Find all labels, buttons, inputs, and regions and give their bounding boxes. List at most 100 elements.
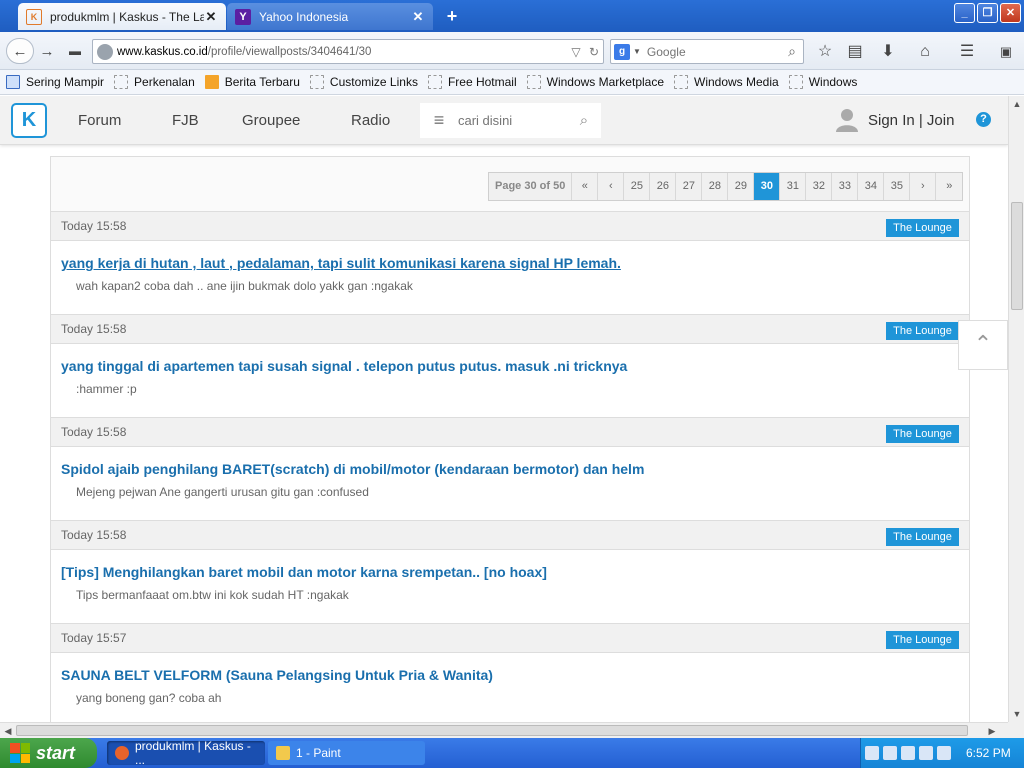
scroll-left-icon[interactable]: ◀ xyxy=(0,723,16,739)
url-text[interactable]: www.kaskus.co.id/profile/viewallposts/34… xyxy=(117,46,567,58)
forward-button[interactable]: → xyxy=(36,38,58,64)
forum-badge[interactable]: The Lounge xyxy=(886,631,959,649)
page-link[interactable]: 28 xyxy=(702,173,729,200)
forum-badge[interactable]: The Lounge xyxy=(886,425,959,443)
tray-network-icon[interactable] xyxy=(865,746,879,760)
site-search-input[interactable] xyxy=(458,113,567,128)
star-bookmark-icon[interactable]: ☆ xyxy=(813,40,837,64)
url-dropdown-icon[interactable]: ▽ xyxy=(567,45,585,59)
browser-search-input[interactable] xyxy=(646,44,781,59)
tab-kaskus[interactable]: K produkmlm | Kaskus - The Lar... ✕ xyxy=(18,3,226,30)
bookmark-windows[interactable]: Windows xyxy=(788,75,858,89)
forum-badge[interactable]: The Lounge xyxy=(886,219,959,237)
bookmark-berita-terbaru[interactable]: Berita Terbaru xyxy=(204,75,300,89)
page-icon xyxy=(674,75,688,89)
page-link[interactable]: 27 xyxy=(676,173,703,200)
bookmark-sering-mampir[interactable]: Sering Mampir xyxy=(6,75,104,89)
nav-groupee[interactable]: Groupee xyxy=(242,112,300,129)
new-tab-button[interactable]: + xyxy=(442,6,462,26)
post-excerpt: yang boneng gan? coba ah xyxy=(76,691,222,705)
search-icon[interactable]: ⌕ xyxy=(567,112,601,129)
vertical-scrollbar[interactable]: ▲ ▼ xyxy=(1008,96,1024,722)
google-engine-icon[interactable]: g xyxy=(614,43,630,60)
bookmark-label: Perkenalan xyxy=(134,75,195,89)
tab-title: Yahoo Indonesia xyxy=(259,9,349,24)
bookmark-label: Sering Mampir xyxy=(26,75,105,89)
bookmarks-list-icon[interactable]: ▤ xyxy=(843,40,867,64)
next-page-icon[interactable]: › xyxy=(910,173,937,200)
page-link[interactable]: 31 xyxy=(780,173,807,200)
tray-monitor-icon[interactable] xyxy=(919,746,933,760)
tab-close-icon[interactable]: ✕ xyxy=(204,9,218,25)
user-icon[interactable] xyxy=(836,108,858,132)
page-link[interactable]: 29 xyxy=(728,173,755,200)
post-header: Today 15:58 The Lounge xyxy=(51,520,969,550)
nav-fjb[interactable]: FJB xyxy=(172,112,199,129)
bookmark-folder-icon xyxy=(6,75,20,89)
scroll-up-icon[interactable]: ▲ xyxy=(1009,96,1024,112)
home-icon[interactable]: ⌂ xyxy=(913,40,937,64)
bookmark-label: Berita Terbaru xyxy=(224,75,300,89)
tray-security-icon[interactable] xyxy=(901,746,915,760)
back-arrow-icon: ← xyxy=(12,42,28,60)
post-time: Today 15:58 xyxy=(61,425,127,439)
bookmark-perkenalan[interactable]: Perkenalan xyxy=(114,75,195,89)
browser-search-box[interactable]: g ▼ ⌕ xyxy=(610,39,804,64)
scroll-down-icon[interactable]: ▼ xyxy=(1009,706,1024,722)
first-page-icon[interactable]: « xyxy=(572,173,599,200)
reload-icon[interactable]: ↻ xyxy=(585,45,603,59)
taskbar-item-firefox[interactable]: produkmlm | Kaskus - ... xyxy=(107,739,265,767)
chevron-up-icon: ⌃ xyxy=(973,331,993,356)
kaskus-logo[interactable]: K xyxy=(11,103,47,138)
bookmark-windows-media[interactable]: Windows Media xyxy=(674,75,779,89)
last-page-icon[interactable]: » xyxy=(936,173,962,200)
page-link[interactable]: 34 xyxy=(858,173,885,200)
screenshot-icon[interactable]: ▣ xyxy=(994,40,1018,64)
prev-page-icon[interactable]: ‹ xyxy=(598,173,625,200)
scroll-right-icon[interactable]: ▶ xyxy=(984,723,1000,739)
tab-yahoo[interactable]: Y Yahoo Indonesia ✕ xyxy=(227,3,433,30)
tab-close-icon[interactable]: ✕ xyxy=(411,9,425,25)
bookmark-free-hotmail[interactable]: Free Hotmail xyxy=(427,75,517,89)
post-header: Today 15:58 The Lounge xyxy=(51,314,969,344)
post-title-link[interactable]: Spidol ajaib penghilang BARET(scratch) d… xyxy=(61,461,644,477)
post-title-link[interactable]: SAUNA BELT VELFORM (Sauna Pelangsing Unt… xyxy=(61,667,493,683)
bookmark-windows-marketplace[interactable]: Windows Marketplace xyxy=(526,75,664,89)
post-title-link[interactable]: [Tips] Menghilangkan baret mobil dan mot… xyxy=(61,564,547,580)
post-title-link[interactable]: yang kerja di hutan , laut , pedalaman, … xyxy=(61,255,621,271)
pages-button[interactable]: ▬ xyxy=(64,38,86,64)
page-link[interactable]: 32 xyxy=(806,173,833,200)
bookmark-customize-links[interactable]: Customize Links xyxy=(309,75,418,89)
post-title-link[interactable]: yang tinggal di apartemen tapi susah sig… xyxy=(61,358,627,374)
maximize-button[interactable]: ❐ xyxy=(977,3,998,23)
scroll-thumb[interactable] xyxy=(1011,202,1023,310)
post-item: Today 15:57 The Lounge SAUNA BELT VELFOR… xyxy=(51,623,969,722)
tray-app-icon[interactable] xyxy=(883,746,897,760)
forum-badge[interactable]: The Lounge xyxy=(886,322,959,340)
forum-badge[interactable]: The Lounge xyxy=(886,528,959,546)
horizontal-scrollbar[interactable]: ◀ ▶ xyxy=(0,722,1008,738)
back-to-top-button[interactable]: ⌃ xyxy=(958,320,1008,370)
nav-forum[interactable]: Forum xyxy=(78,112,121,129)
start-button[interactable]: start xyxy=(0,738,97,768)
page-link[interactable]: 33 xyxy=(832,173,859,200)
page-link[interactable]: 35 xyxy=(884,173,911,200)
back-button[interactable]: ← xyxy=(6,38,34,64)
nav-radio[interactable]: Radio xyxy=(351,112,390,129)
menu-icon[interactable]: ☰ xyxy=(955,40,979,64)
page-link[interactable]: 25 xyxy=(624,173,651,200)
taskbar-item-paint[interactable]: 1 - Paint xyxy=(268,741,425,765)
tray-display-icon[interactable] xyxy=(937,746,951,760)
search-icon[interactable]: ⌕ xyxy=(781,43,803,60)
download-icon[interactable]: ⬇ xyxy=(876,40,900,64)
minimize-button[interactable]: _ xyxy=(954,3,975,23)
window-close-button[interactable]: ✕ xyxy=(1000,3,1021,23)
url-bar[interactable]: www.kaskus.co.id/profile/viewallposts/34… xyxy=(92,39,604,64)
page-link[interactable]: 26 xyxy=(650,173,677,200)
scroll-thumb[interactable] xyxy=(16,725,968,736)
help-icon[interactable]: ? xyxy=(976,112,991,127)
signin-join-link[interactable]: Sign In | Join xyxy=(868,112,954,129)
hamburger-menu-icon[interactable]: ≡ xyxy=(420,110,458,131)
engine-dropdown-icon[interactable]: ▼ xyxy=(633,47,641,56)
bookmark-label: Windows xyxy=(808,75,858,89)
